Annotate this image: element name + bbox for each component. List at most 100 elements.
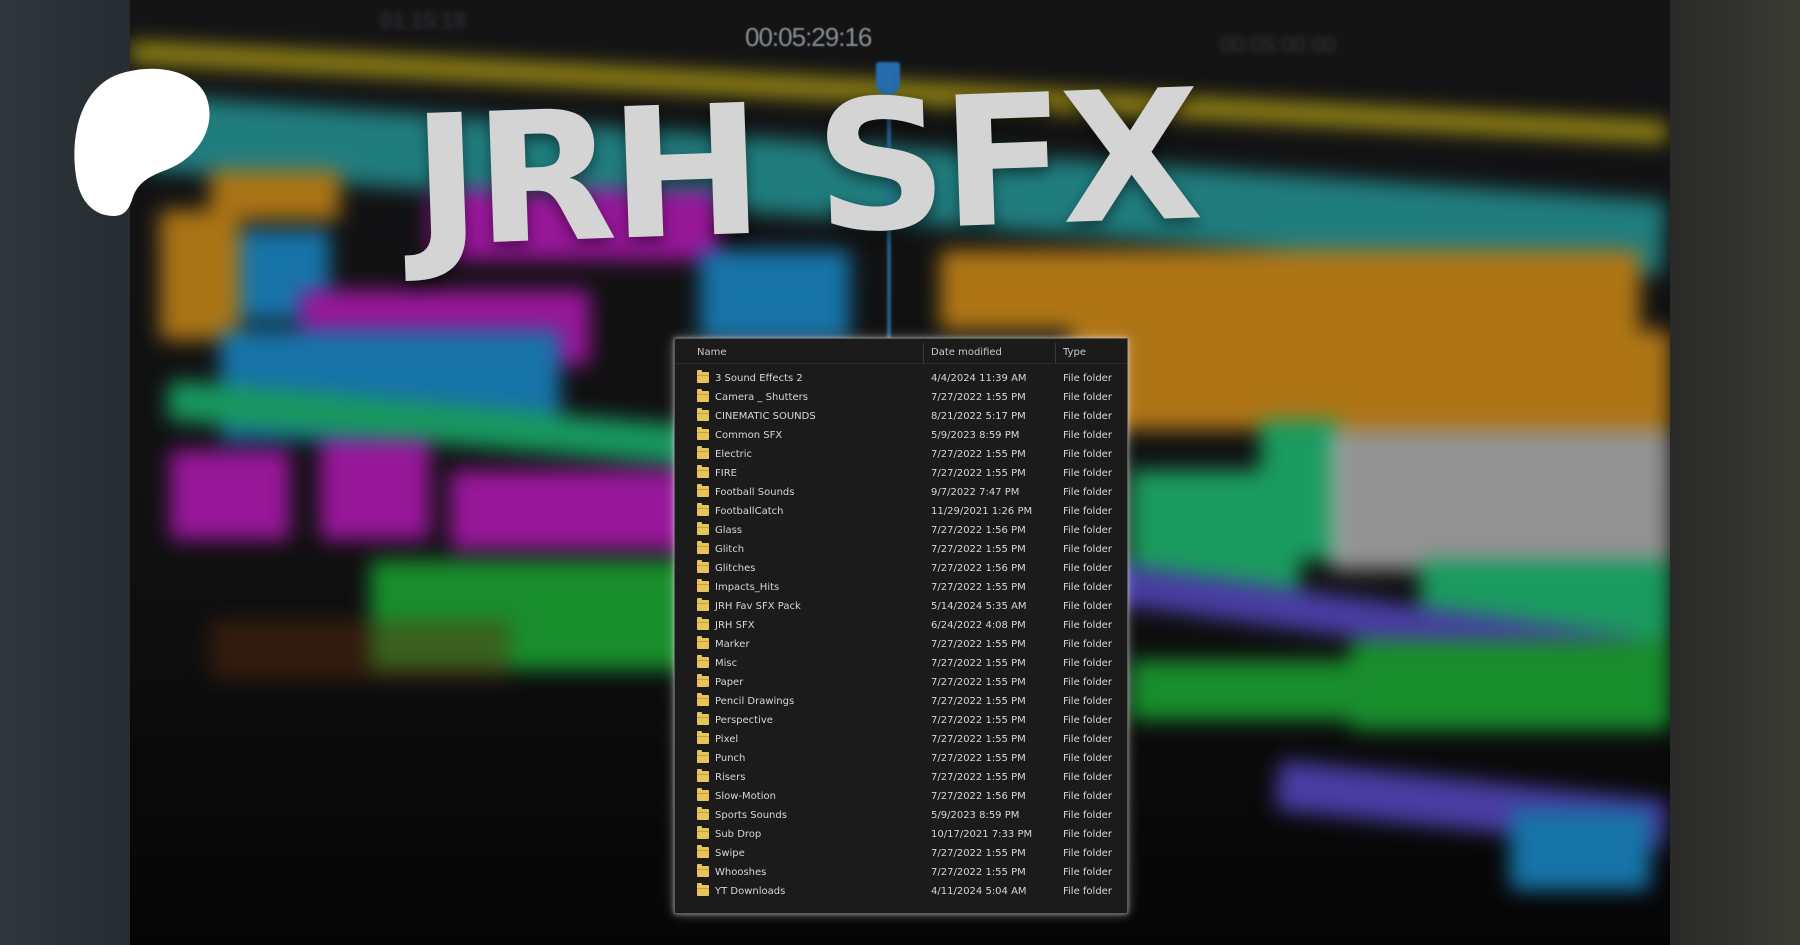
folder-icon	[697, 655, 709, 668]
folder-row[interactable]: Misc 7/27/2022 1:55 PM File folder	[675, 654, 1127, 673]
folder-icon	[697, 883, 709, 896]
folder-type: File folder	[1063, 468, 1112, 479]
folder-date-modified: 5/9/2023 8:59 PM	[931, 430, 1020, 441]
folder-icon	[697, 826, 709, 839]
folder-type: File folder	[1063, 677, 1112, 688]
folder-list: 3 Sound Effects 2 4/4/2024 11:39 AM File f…	[675, 364, 1127, 901]
column-header-date-modified[interactable]: Date modified	[931, 347, 1002, 358]
folder-icon	[697, 503, 709, 516]
folder-icon	[697, 750, 709, 763]
folder-name: Common SFX	[715, 430, 783, 441]
folder-name: Sports Sounds	[715, 810, 787, 821]
folder-date-modified: 7/27/2022 1:55 PM	[931, 867, 1026, 878]
folder-name: Paper	[715, 677, 744, 688]
folder-type: File folder	[1063, 658, 1112, 669]
folder-name: Whooshes	[715, 867, 767, 878]
folder-row[interactable]: Slow-Motion 7/27/2022 1:56 PM File folder	[675, 787, 1127, 806]
folder-icon	[697, 484, 709, 497]
folder-type: File folder	[1063, 430, 1112, 441]
folder-row[interactable]: Paper 7/27/2022 1:55 PM File folder	[675, 673, 1127, 692]
folder-name: JRH SFX	[715, 620, 755, 631]
folder-row[interactable]: Glitch 7/27/2022 1:55 PM File folder	[675, 540, 1127, 559]
folder-icon	[697, 674, 709, 687]
thumbnail-canvas: 01:15:18 00:05:00:00 00:05:29:16 JRH SFX…	[0, 0, 1800, 945]
folder-row[interactable]: Sports Sounds 5/9/2023 8:59 PM File folder	[675, 806, 1127, 825]
folder-date-modified: 7/27/2022 1:55 PM	[931, 639, 1026, 650]
folder-icon	[697, 541, 709, 554]
folder-type: File folder	[1063, 525, 1112, 536]
folder-date-modified: 7/27/2022 1:55 PM	[931, 658, 1026, 669]
folder-date-modified: 7/27/2022 1:55 PM	[931, 449, 1026, 460]
folder-row[interactable]: Glitches 7/27/2022 1:56 PM File folder	[675, 559, 1127, 578]
folder-row[interactable]: FootballCatch 11/29/2021 1:26 PM File fold…	[675, 502, 1127, 521]
folder-type: File folder	[1063, 753, 1112, 764]
folder-row[interactable]: Punch 7/27/2022 1:55 PM File folder	[675, 749, 1127, 768]
folder-row[interactable]: Whooshes 7/27/2022 1:55 PM File folder	[675, 863, 1127, 882]
folder-icon	[697, 636, 709, 649]
folder-icon	[697, 807, 709, 820]
folder-row[interactable]: Camera _ Shutters 7/27/2022 1:55 PM File f…	[675, 388, 1127, 407]
folder-row[interactable]: Marker 7/27/2022 1:55 PM File folder	[675, 635, 1127, 654]
folder-row[interactable]: JRH Fav SFX Pack 5/14/2024 5:35 AM File fo…	[675, 597, 1127, 616]
folder-type: File folder	[1063, 373, 1112, 384]
folder-name: Risers	[715, 772, 746, 783]
folder-row[interactable]: Pixel 7/27/2022 1:55 PM File folder	[675, 730, 1127, 749]
folder-name: Sub Drop	[715, 829, 762, 840]
folder-name: Glitch	[715, 544, 745, 555]
folder-row[interactable]: Pencil Drawings 7/27/2022 1:55 PM File fol…	[675, 692, 1127, 711]
folder-icon	[697, 769, 709, 782]
folder-name: Misc	[715, 658, 738, 669]
folder-name: Glitches	[715, 563, 756, 574]
folder-name: FIRE	[715, 468, 737, 479]
folder-type: File folder	[1063, 639, 1112, 650]
folder-type: File folder	[1063, 886, 1112, 897]
folder-name: Electric	[715, 449, 753, 460]
folder-row[interactable]: CINEMATIC SOUNDS 8/21/2022 5:17 PM File fo…	[675, 407, 1127, 426]
folder-row[interactable]: Electric 7/27/2022 1:55 PM File folder	[675, 445, 1127, 464]
folder-name: Pixel	[715, 734, 739, 745]
folder-row[interactable]: Common SFX 5/9/2023 8:59 PM File folder	[675, 426, 1127, 445]
folder-row[interactable]: Perspective 7/27/2022 1:55 PM File folder	[675, 711, 1127, 730]
folder-type: File folder	[1063, 563, 1112, 574]
folder-date-modified: 11/29/2021 1:26 PM	[931, 506, 1033, 517]
folder-row[interactable]: YT Downloads 4/11/2024 5:04 AM File folder	[675, 882, 1127, 901]
folder-name: YT Downloads	[715, 886, 786, 897]
folder-name: JRH Fav SFX Pack	[715, 601, 801, 612]
folder-row[interactable]: JRH SFX 6/24/2022 4:08 PM File folder	[675, 616, 1127, 635]
folder-type: File folder	[1063, 696, 1112, 707]
folder-type: File folder	[1063, 734, 1112, 745]
folder-row[interactable]: Risers 7/27/2022 1:55 PM File folder	[675, 768, 1127, 787]
folder-type: File folder	[1063, 829, 1112, 840]
folder-icon	[697, 389, 709, 402]
folder-type: File folder	[1063, 772, 1112, 783]
file-explorer-panel: Name Date modified Type 3 Sound Effects …	[674, 338, 1128, 914]
folder-date-modified: 10/17/2021 7:33 PM	[931, 829, 1033, 840]
column-header-type[interactable]: Type	[1063, 347, 1086, 358]
folder-type: File folder	[1063, 791, 1112, 802]
folder-date-modified: 7/27/2022 1:55 PM	[931, 677, 1026, 688]
folder-date-modified: 7/27/2022 1:55 PM	[931, 696, 1026, 707]
column-header-name[interactable]: Name	[697, 347, 727, 358]
folder-type: File folder	[1063, 601, 1112, 612]
folder-name: Pencil Drawings	[715, 696, 795, 707]
folder-type: File folder	[1063, 810, 1112, 821]
folder-row[interactable]: Football Sounds 9/7/2022 7:47 PM File fold…	[675, 483, 1127, 502]
folder-date-modified: 7/27/2022 1:56 PM	[931, 525, 1026, 536]
folder-type: File folder	[1063, 487, 1112, 498]
folder-date-modified: 6/24/2022 4:08 PM	[931, 620, 1026, 631]
folder-name: Slow-Motion	[715, 791, 776, 802]
folder-row[interactable]: Glass 7/27/2022 1:56 PM File folder	[675, 521, 1127, 540]
folder-name: Marker	[715, 639, 750, 650]
folder-type: File folder	[1063, 620, 1112, 631]
folder-type: File folder	[1063, 411, 1112, 422]
folder-row[interactable]: Sub Drop 10/17/2021 7:33 PM File folder	[675, 825, 1127, 844]
folder-date-modified: 4/11/2024 5:04 AM	[931, 886, 1027, 897]
folder-row[interactable]: Swipe 7/27/2022 1:55 PM File folder	[675, 844, 1127, 863]
folder-row[interactable]: 3 Sound Effects 2 4/4/2024 11:39 AM File f…	[675, 369, 1127, 388]
folder-icon	[697, 598, 709, 611]
folder-row[interactable]: Impacts_Hits 7/27/2022 1:55 PM File folder	[675, 578, 1127, 597]
folder-type: File folder	[1063, 392, 1112, 403]
folder-date-modified: 9/7/2022 7:47 PM	[931, 487, 1020, 498]
folder-row[interactable]: FIRE 7/27/2022 1:55 PM File folder	[675, 464, 1127, 483]
folder-name: Punch	[715, 753, 746, 764]
